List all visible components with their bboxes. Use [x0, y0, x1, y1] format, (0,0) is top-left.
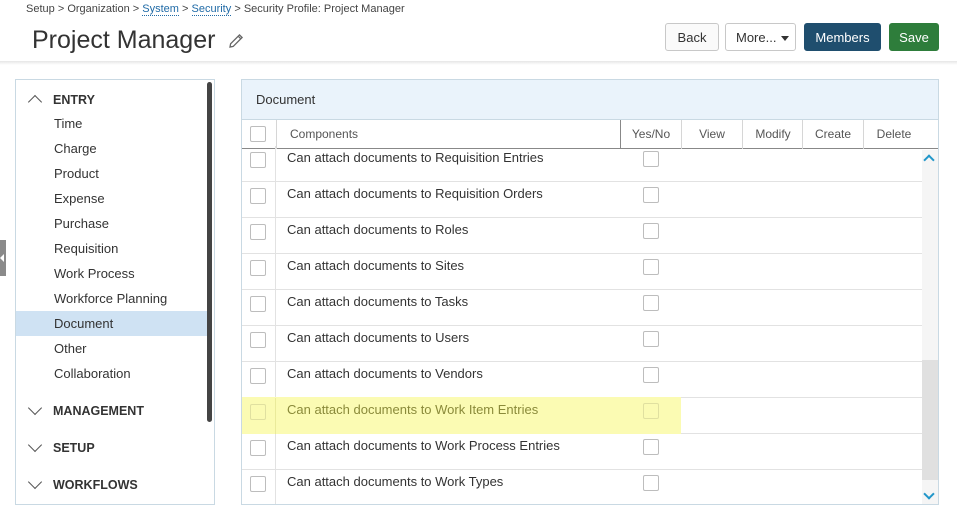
- breadcrumb-organization: Organization: [67, 3, 130, 15]
- yesno-checkbox[interactable]: [643, 259, 659, 275]
- column-header-view: View: [699, 127, 725, 141]
- yesno-checkbox[interactable]: [643, 295, 659, 311]
- yesno-checkbox[interactable]: [643, 151, 659, 167]
- caret-down-icon: [781, 36, 789, 41]
- sidebar-section-label: MANAGEMENT: [53, 404, 144, 418]
- breadcrumb-separator: >: [132, 3, 140, 15]
- row-label: Can attach documents to Vendors: [287, 366, 483, 381]
- sidebar-item-purchase[interactable]: Purchase: [16, 211, 209, 236]
- sidebar-item-product[interactable]: Product: [16, 161, 209, 186]
- breadcrumb-security-link[interactable]: Security: [191, 3, 232, 16]
- collapse-sidebar-handle-icon[interactable]: [0, 240, 6, 276]
- row-select-checkbox[interactable]: [250, 476, 266, 492]
- column-header-delete: Delete: [876, 127, 912, 141]
- table-row: Can attach documents to Work Types: [242, 470, 922, 504]
- sidebar-item-expense[interactable]: Expense: [16, 186, 209, 211]
- sidebar-item-requisition[interactable]: Requisition: [16, 236, 209, 261]
- row-label: Can attach documents to Work Process Ent…: [287, 438, 560, 453]
- more-label: More...: [736, 29, 777, 45]
- chevron-down-icon: [27, 400, 43, 416]
- table-row: Can attach documents to Vendors: [242, 362, 922, 398]
- yesno-checkbox[interactable]: [643, 187, 659, 203]
- back-button[interactable]: Back: [665, 23, 719, 51]
- chevron-up-icon: [27, 94, 43, 110]
- breadcrumb-current: Security Profile: Project Manager: [243, 3, 405, 15]
- title-row: Project Manager: [32, 26, 245, 55]
- breadcrumb: Setup > Organization > System > Security…: [26, 3, 405, 16]
- table-row: Can attach documents to Sites: [242, 254, 922, 290]
- sidebar-section-label: WORKFLOWS: [53, 478, 138, 492]
- row-label: Can attach documents to Tasks: [287, 294, 469, 309]
- yesno-checkbox[interactable]: [643, 367, 659, 383]
- column-header-yesno: Yes/No: [631, 127, 671, 141]
- chevron-down-icon: [27, 474, 43, 490]
- table-row: Can attach documents to Users: [242, 326, 922, 362]
- document-permissions-panel: Document Components Yes/No View Modify C…: [241, 79, 939, 505]
- row-select-checkbox[interactable]: [250, 332, 266, 348]
- row-label: Can attach documents to Requisition Orde…: [287, 186, 543, 201]
- save-button[interactable]: Save: [889, 23, 939, 51]
- column-header-create: Create: [814, 127, 852, 141]
- sidebar-item-charge[interactable]: Charge: [16, 136, 209, 161]
- sidebar-section-label: ENTRY: [53, 93, 95, 107]
- table-row: Can attach documents to Tasks: [242, 290, 922, 326]
- row-select-checkbox[interactable]: [250, 404, 266, 420]
- table-row: Can attach documents to Requisition Entr…: [242, 146, 922, 182]
- breadcrumb-separator: >: [57, 3, 65, 15]
- breadcrumb-separator: >: [234, 3, 241, 15]
- row-label: Can attach documents to Roles: [287, 222, 469, 237]
- table-row: Can attach documents to Work Process Ent…: [242, 434, 922, 470]
- row-select-checkbox[interactable]: [250, 188, 266, 204]
- row-label: Can attach documents to Requisition Entr…: [287, 150, 544, 165]
- row-select-checkbox[interactable]: [250, 224, 266, 240]
- yesno-checkbox[interactable]: [643, 439, 659, 455]
- breadcrumb-setup: Setup: [26, 3, 55, 15]
- row-label: Can attach documents to Sites: [287, 258, 465, 273]
- row-select-checkbox[interactable]: [250, 296, 266, 312]
- chevron-down-icon: [27, 437, 43, 453]
- sidebar-item-workforce-planning[interactable]: Workforce Planning: [16, 286, 209, 311]
- sidebar-section-label: SETUP: [53, 441, 95, 455]
- yesno-checkbox[interactable]: [643, 403, 659, 419]
- yesno-checkbox[interactable]: [643, 475, 659, 491]
- scroll-up-arrow-icon[interactable]: [923, 154, 935, 166]
- row-label: Can attach documents to Users: [287, 330, 470, 345]
- yesno-checkbox[interactable]: [643, 331, 659, 347]
- sidebar-item-collaboration[interactable]: Collaboration: [16, 361, 209, 386]
- members-button[interactable]: Members: [804, 23, 881, 51]
- table-row-highlighted: Can attach documents to Work Item Entrie…: [242, 397, 922, 434]
- select-all-checkbox[interactable]: [250, 126, 266, 142]
- table-row: Can attach documents to Roles: [242, 218, 922, 254]
- scrollbar-thumb[interactable]: [922, 360, 938, 480]
- edit-pencil-icon[interactable]: [227, 32, 245, 50]
- panel-title: Document: [242, 80, 938, 120]
- row-label: Can attach documents to Work Types: [287, 474, 504, 489]
- scroll-down-arrow-icon[interactable]: [923, 488, 935, 500]
- row-select-checkbox[interactable]: [250, 368, 266, 384]
- breadcrumb-system-link[interactable]: System: [142, 3, 179, 16]
- breadcrumb-separator: >: [182, 3, 189, 15]
- sidebar-nav: ENTRY Time Charge Product Expense Purcha…: [15, 79, 215, 505]
- column-header-modify: Modify: [755, 127, 791, 141]
- row-select-checkbox[interactable]: [250, 440, 266, 456]
- row-select-checkbox[interactable]: [250, 260, 266, 276]
- table-row: Can attach documents to Requisition Orde…: [242, 182, 922, 218]
- column-header-components[interactable]: Components: [290, 120, 358, 149]
- sidebar-scrollbar[interactable]: [207, 82, 212, 422]
- row-label: Can attach documents to Work Item Entrie…: [287, 402, 539, 417]
- header-divider: [0, 61, 957, 65]
- sidebar-item-other[interactable]: Other: [16, 336, 209, 361]
- page-title: Project Manager: [32, 26, 216, 54]
- sidebar-item-time[interactable]: Time: [16, 111, 209, 136]
- table-header: Components Yes/No View Modify Create Del…: [242, 120, 938, 149]
- row-select-checkbox[interactable]: [250, 152, 266, 168]
- more-dropdown-button[interactable]: More...: [725, 23, 796, 51]
- sidebar-item-document[interactable]: Document: [16, 311, 209, 336]
- sidebar-item-work-process[interactable]: Work Process: [16, 261, 209, 286]
- yesno-checkbox[interactable]: [643, 223, 659, 239]
- table-scrollbar[interactable]: [922, 150, 938, 504]
